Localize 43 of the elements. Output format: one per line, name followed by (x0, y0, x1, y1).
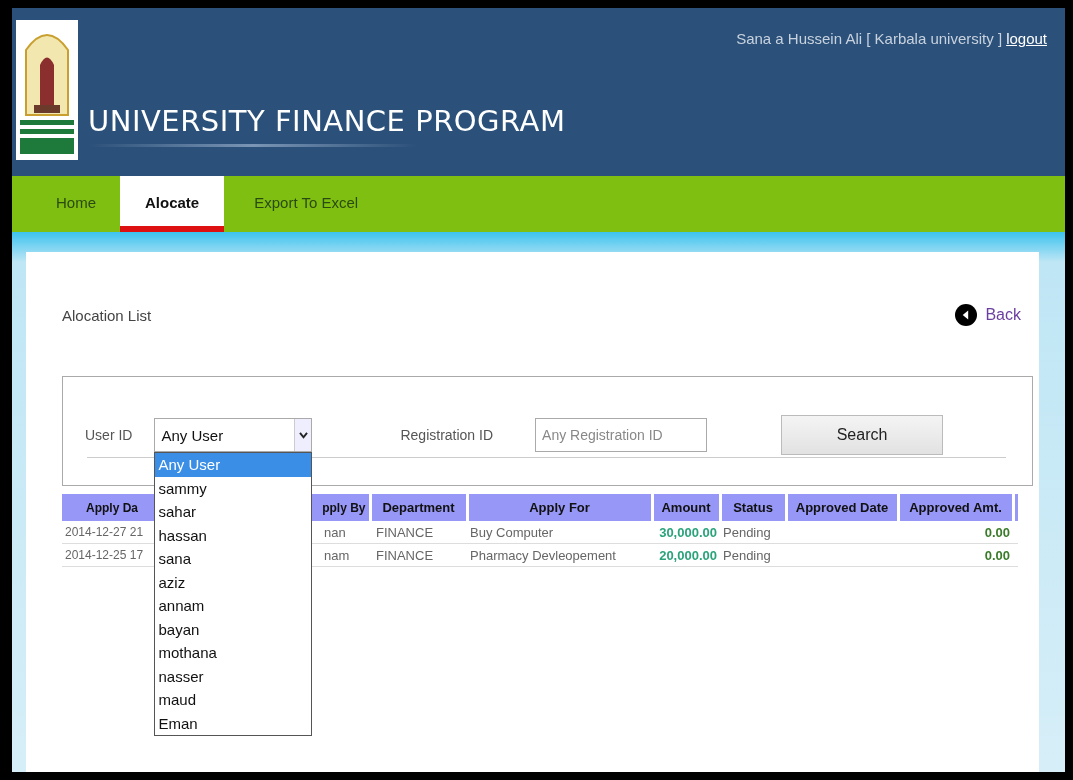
table-cell: 0.00 (984, 547, 1010, 563)
column-header: Amount (652, 494, 720, 521)
dropdown-option[interactable]: Eman (155, 711, 312, 735)
dropdown-option[interactable]: mothana (155, 641, 312, 665)
table-cell: Pharmacy Devleopement (470, 547, 616, 563)
column-header: Approved Date (786, 494, 898, 521)
dropdown-option[interactable]: nasser (155, 664, 312, 688)
column-header: Department (370, 494, 467, 521)
table-cell: 2014-12-27 21 (65, 525, 144, 539)
dropdown-option[interactable]: bayan (155, 617, 312, 641)
user-info: Sana a Hussein Ali [ Karbala university ] (736, 30, 1003, 47)
dropdown-option[interactable]: maud (155, 688, 312, 712)
caret-icon (298, 431, 308, 439)
table-cell: 20,000.00 (659, 547, 717, 563)
app-title: UNIVERSITY FINANCE PROGRAM (88, 104, 566, 138)
table-cell: Pending (723, 547, 771, 563)
dropdown-option[interactable]: sana (155, 547, 312, 571)
user-select[interactable]: Any User (154, 418, 313, 452)
column-header: Apply For (467, 494, 652, 521)
logout-link[interactable]: logout (1006, 30, 1047, 47)
field-label: Registration ID (400, 427, 494, 443)
nav-tab[interactable]: Alocate (120, 176, 225, 232)
registration-input[interactable]: Any Registration ID (535, 418, 708, 452)
dropdown-option[interactable]: hassan (155, 523, 312, 547)
back-link[interactable]: Back (955, 304, 1021, 326)
page-title: Alocation List (62, 306, 152, 324)
table-cell: nam (324, 547, 350, 563)
table-cell: 30,000.00 (659, 524, 717, 540)
table-cell: 2014-12-25 17 (65, 548, 144, 562)
field-label: User ID (85, 427, 133, 443)
column-header: Approved Amt. (898, 494, 1013, 521)
search-button[interactable]: Search (781, 415, 944, 455)
table-cell: FINANCE (376, 547, 434, 563)
table-cell: Buy Computer (470, 524, 554, 540)
column-header: Status (720, 494, 786, 521)
dropdown-option[interactable]: aziz (155, 570, 312, 594)
table-cell: Pending (723, 524, 771, 540)
table-cell: 0.00 (984, 524, 1010, 540)
nav-tab[interactable]: Home (32, 176, 120, 232)
table-cell: nan (324, 524, 346, 540)
nav-tab[interactable]: Export To Excel (224, 176, 383, 232)
table-cell: FINANCE (376, 524, 434, 540)
dropdown-option[interactable]: annam (155, 594, 312, 618)
